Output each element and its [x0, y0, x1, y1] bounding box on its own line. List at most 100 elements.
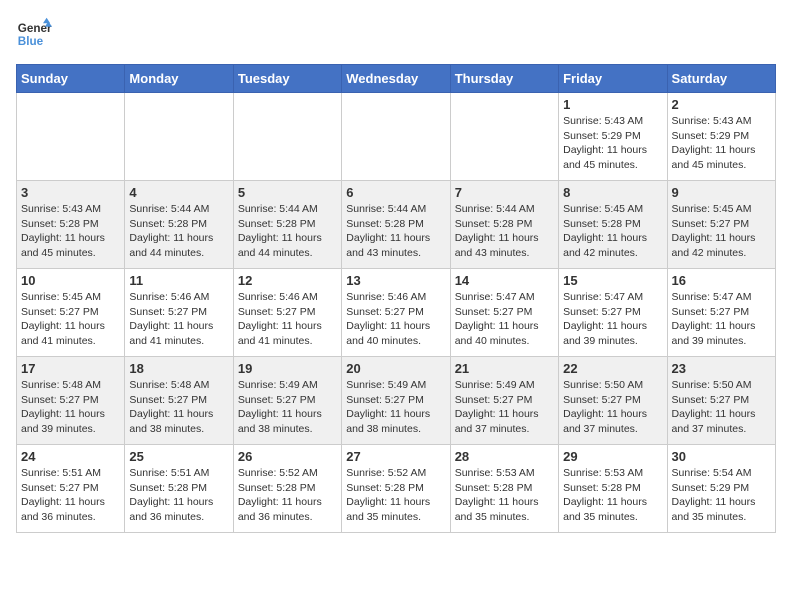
day-info: Sunrise: 5:44 AM Sunset: 5:28 PM Dayligh…: [238, 202, 337, 261]
calendar-cell: 29 Sunrise: 5:53 AM Sunset: 5:28 PM Dayli…: [559, 445, 667, 533]
calendar-cell: 30 Sunrise: 5:54 AM Sunset: 5:29 PM Dayli…: [667, 445, 775, 533]
calendar-cell: 3Sunrise: 5:43 AM Sunset: 5:28 PM Daylig…: [17, 181, 125, 269]
day-number: 6: [346, 185, 445, 200]
day-info: Sunrise: 5:49 AM Sunset: 5:27 PM Dayligh…: [238, 378, 337, 437]
logo: General Blue: [16, 16, 52, 52]
calendar-cell: [342, 93, 450, 181]
day-info: Sunrise: 5:49 AM Sunset: 5:27 PM Dayligh…: [346, 378, 445, 437]
calendar-cell: 25 Sunrise: 5:51 AM Sunset: 5:28 PM Dayli…: [125, 445, 233, 533]
day-info: Sunrise: 5:48 AM Sunset: 5:27 PM Dayligh…: [21, 378, 120, 437]
day-number: 9: [672, 185, 771, 200]
calendar-cell: [233, 93, 341, 181]
day-number: 14: [455, 273, 554, 288]
svg-text:Blue: Blue: [18, 35, 44, 48]
day-info: Sunrise: 5:52 AM Sunset: 5:28 PM Dayligh…: [346, 466, 445, 525]
calendar-cell: [17, 93, 125, 181]
day-number: 27: [346, 449, 445, 464]
day-info: Sunrise: 5:47 AM Sunset: 5:27 PM Dayligh…: [672, 290, 771, 349]
calendar-cell: 15 Sunrise: 5:47 AM Sunset: 5:27 PM Dayli…: [559, 269, 667, 357]
day-number: 8: [563, 185, 662, 200]
calendar-cell: 27 Sunrise: 5:52 AM Sunset: 5:28 PM Dayli…: [342, 445, 450, 533]
day-info: Sunrise: 5:47 AM Sunset: 5:27 PM Dayligh…: [455, 290, 554, 349]
day-number: 2: [672, 97, 771, 112]
day-number: 28: [455, 449, 554, 464]
day-number: 29: [563, 449, 662, 464]
calendar-cell: 16Sunrise: 5:47 AM Sunset: 5:27 PM Dayli…: [667, 269, 775, 357]
day-info: Sunrise: 5:53 AM Sunset: 5:28 PM Dayligh…: [455, 466, 554, 525]
calendar-cell: 17 Sunrise: 5:48 AM Sunset: 5:27 PM Dayli…: [17, 357, 125, 445]
calendar-cell: 12 Sunrise: 5:46 AM Sunset: 5:27 PM Dayli…: [233, 269, 341, 357]
day-info: Sunrise: 5:47 AM Sunset: 5:27 PM Dayligh…: [563, 290, 662, 349]
day-of-week-header: Tuesday: [233, 65, 341, 93]
calendar-cell: 8 Sunrise: 5:45 AM Sunset: 5:28 PM Daylig…: [559, 181, 667, 269]
calendar-cell: 13 Sunrise: 5:46 AM Sunset: 5:27 PM Dayli…: [342, 269, 450, 357]
logo-icon: General Blue: [16, 16, 52, 52]
calendar-cell: 6 Sunrise: 5:44 AM Sunset: 5:28 PM Daylig…: [342, 181, 450, 269]
day-of-week-header: Saturday: [667, 65, 775, 93]
calendar-cell: 21 Sunrise: 5:49 AM Sunset: 5:27 PM Dayli…: [450, 357, 558, 445]
day-number: 12: [238, 273, 337, 288]
day-number: 5: [238, 185, 337, 200]
day-number: 11: [129, 273, 228, 288]
day-number: 10: [21, 273, 120, 288]
calendar: SundayMondayTuesdayWednesdayThursdayFrid…: [16, 64, 776, 533]
day-info: Sunrise: 5:44 AM Sunset: 5:28 PM Dayligh…: [346, 202, 445, 261]
calendar-cell: 20 Sunrise: 5:49 AM Sunset: 5:27 PM Dayli…: [342, 357, 450, 445]
day-info: Sunrise: 5:45 AM Sunset: 5:27 PM Dayligh…: [672, 202, 771, 261]
calendar-cell: [450, 93, 558, 181]
calendar-cell: 4 Sunrise: 5:44 AM Sunset: 5:28 PM Daylig…: [125, 181, 233, 269]
calendar-cell: [125, 93, 233, 181]
day-info: Sunrise: 5:45 AM Sunset: 5:27 PM Dayligh…: [21, 290, 120, 349]
day-info: Sunrise: 5:49 AM Sunset: 5:27 PM Dayligh…: [455, 378, 554, 437]
calendar-cell: 22 Sunrise: 5:50 AM Sunset: 5:27 PM Dayli…: [559, 357, 667, 445]
day-number: 18: [129, 361, 228, 376]
calendar-cell: 28 Sunrise: 5:53 AM Sunset: 5:28 PM Dayli…: [450, 445, 558, 533]
day-number: 22: [563, 361, 662, 376]
day-info: Sunrise: 5:51 AM Sunset: 5:27 PM Dayligh…: [21, 466, 120, 525]
day-number: 4: [129, 185, 228, 200]
day-number: 20: [346, 361, 445, 376]
day-info: Sunrise: 5:48 AM Sunset: 5:27 PM Dayligh…: [129, 378, 228, 437]
day-of-week-header: Wednesday: [342, 65, 450, 93]
calendar-cell: 14 Sunrise: 5:47 AM Sunset: 5:27 PM Dayli…: [450, 269, 558, 357]
day-info: Sunrise: 5:52 AM Sunset: 5:28 PM Dayligh…: [238, 466, 337, 525]
day-number: 21: [455, 361, 554, 376]
day-info: Sunrise: 5:51 AM Sunset: 5:28 PM Dayligh…: [129, 466, 228, 525]
day-of-week-header: Sunday: [17, 65, 125, 93]
calendar-cell: 23 Sunrise: 5:50 AM Sunset: 5:27 PM Dayli…: [667, 357, 775, 445]
calendar-cell: 9 Sunrise: 5:45 AM Sunset: 5:27 PM Daylig…: [667, 181, 775, 269]
calendar-cell: 1 Sunrise: 5:43 AM Sunset: 5:29 PM Daylig…: [559, 93, 667, 181]
day-number: 3: [21, 185, 120, 200]
day-number: 25: [129, 449, 228, 464]
day-of-week-header: Friday: [559, 65, 667, 93]
day-number: 15: [563, 273, 662, 288]
day-info: Sunrise: 5:45 AM Sunset: 5:28 PM Dayligh…: [563, 202, 662, 261]
calendar-cell: 26 Sunrise: 5:52 AM Sunset: 5:28 PM Dayli…: [233, 445, 341, 533]
day-info: Sunrise: 5:44 AM Sunset: 5:28 PM Dayligh…: [129, 202, 228, 261]
day-of-week-header: Monday: [125, 65, 233, 93]
day-number: 23: [672, 361, 771, 376]
day-number: 17: [21, 361, 120, 376]
day-info: Sunrise: 5:46 AM Sunset: 5:27 PM Dayligh…: [129, 290, 228, 349]
day-info: Sunrise: 5:50 AM Sunset: 5:27 PM Dayligh…: [672, 378, 771, 437]
calendar-cell: 10 Sunrise: 5:45 AM Sunset: 5:27 PM Dayli…: [17, 269, 125, 357]
day-number: 19: [238, 361, 337, 376]
day-number: 1: [563, 97, 662, 112]
calendar-cell: 2Sunrise: 5:43 AM Sunset: 5:29 PM Daylig…: [667, 93, 775, 181]
day-number: 13: [346, 273, 445, 288]
calendar-cell: 19 Sunrise: 5:49 AM Sunset: 5:27 PM Dayli…: [233, 357, 341, 445]
day-number: 24: [21, 449, 120, 464]
day-of-week-header: Thursday: [450, 65, 558, 93]
calendar-cell: 24 Sunrise: 5:51 AM Sunset: 5:27 PM Dayli…: [17, 445, 125, 533]
day-number: 26: [238, 449, 337, 464]
day-number: 7: [455, 185, 554, 200]
calendar-cell: 18 Sunrise: 5:48 AM Sunset: 5:27 PM Dayli…: [125, 357, 233, 445]
day-info: Sunrise: 5:53 AM Sunset: 5:28 PM Dayligh…: [563, 466, 662, 525]
day-info: Sunrise: 5:50 AM Sunset: 5:27 PM Dayligh…: [563, 378, 662, 437]
day-info: Sunrise: 5:43 AM Sunset: 5:29 PM Dayligh…: [563, 114, 662, 173]
day-info: Sunrise: 5:46 AM Sunset: 5:27 PM Dayligh…: [238, 290, 337, 349]
day-info: Sunrise: 5:46 AM Sunset: 5:27 PM Dayligh…: [346, 290, 445, 349]
day-number: 30: [672, 449, 771, 464]
day-info: Sunrise: 5:54 AM Sunset: 5:29 PM Dayligh…: [672, 466, 771, 525]
calendar-cell: 11 Sunrise: 5:46 AM Sunset: 5:27 PM Dayli…: [125, 269, 233, 357]
